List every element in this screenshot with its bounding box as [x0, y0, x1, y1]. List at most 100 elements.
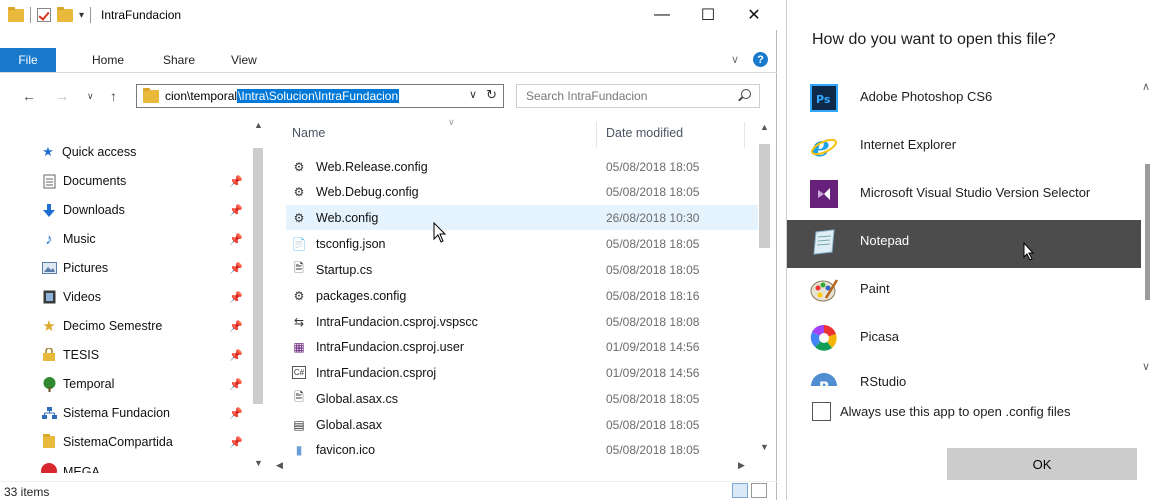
- pin-icon[interactable]: 📌: [229, 291, 243, 304]
- close-button[interactable]: ✕: [731, 0, 777, 30]
- file-row[interactable]: ⚙ packages.config 05/08/2018 18:16: [286, 283, 758, 308]
- file-row[interactable]: ⚙ Web.config 26/08/2018 10:30: [286, 205, 758, 230]
- address-dropdown-chevron-icon[interactable]: ∨: [469, 88, 477, 101]
- nav-item-tesis[interactable]: TESIS 📌: [0, 342, 250, 368]
- app-list-scrollbar[interactable]: ∧ ∨: [1141, 64, 1153, 386]
- quick-access-toolbar: ▾ IntraFundacion: [8, 6, 181, 23]
- rstudio-icon: R: [811, 373, 837, 386]
- nav-item-pictures[interactable]: Pictures 📌: [0, 255, 250, 281]
- ok-button[interactable]: OK: [947, 448, 1137, 480]
- pin-icon[interactable]: 📌: [229, 407, 243, 420]
- lock-folder-icon: [41, 347, 57, 363]
- column-header-date-modified[interactable]: Date modified: [606, 122, 683, 144]
- new-folder-icon[interactable]: [57, 6, 73, 22]
- tab-home[interactable]: Home: [92, 53, 124, 67]
- file-name: favicon.ico: [316, 442, 376, 457]
- search-icon[interactable]: [741, 89, 751, 99]
- recent-locations-chevron-icon[interactable]: ∨: [87, 91, 94, 102]
- app-item-partial[interactable]: [787, 64, 1141, 76]
- nav-item-quick-access[interactable]: ★ Quick access: [0, 139, 250, 165]
- scroll-down-chevron-icon[interactable]: ∨: [1142, 360, 1150, 373]
- back-arrow-icon[interactable]: ←: [22, 88, 36, 104]
- nav-item-sistemacompartida[interactable]: SistemaCompartida 📌: [0, 429, 250, 455]
- always-use-option[interactable]: Always use this app to open .config file…: [812, 402, 1071, 421]
- scroll-down-icon[interactable]: ▼: [760, 442, 769, 452]
- file-row[interactable]: 🖹 Global.asax.cs 05/08/2018 18:05: [286, 386, 758, 411]
- divider: [90, 7, 92, 23]
- nav-item-downloads[interactable]: Downloads 📌: [0, 197, 250, 223]
- file-row[interactable]: 🖹 Startup.cs 05/08/2018 18:05: [286, 257, 758, 282]
- file-row[interactable]: ⚙ Web.Release.config 05/08/2018 18:05: [286, 154, 758, 179]
- file-row[interactable]: ▦ IntraFundacion.csproj.user 01/09/2018 …: [286, 334, 758, 359]
- scrollbar-thumb[interactable]: [1145, 164, 1150, 300]
- app-item-rstudio[interactable]: R RStudio: [787, 364, 1141, 386]
- nav-item-decimo-semestre[interactable]: ★ Decimo Semestre 📌: [0, 313, 250, 339]
- file-date: 05/08/2018 18:05: [606, 391, 700, 406]
- scroll-up-icon[interactable]: ▲: [760, 122, 769, 132]
- nav-item-label: Quick access: [62, 145, 137, 159]
- pin-icon[interactable]: 📌: [229, 349, 243, 362]
- column-divider[interactable]: [596, 122, 597, 148]
- tab-share[interactable]: Share: [163, 53, 195, 67]
- help-icon[interactable]: ?: [753, 52, 768, 67]
- file-row[interactable]: ▤ Global.asax 05/08/2018 18:05: [286, 412, 758, 437]
- file-explorer-window: ▾ IntraFundacion — ☐ ✕ File Home Share V…: [0, 0, 777, 500]
- navigation-scrollbar[interactable]: ▲ ▼: [250, 118, 267, 480]
- scroll-right-icon[interactable]: ▶: [738, 460, 745, 471]
- file-row[interactable]: C# IntraFundacion.csproj 01/09/2018 14:5…: [286, 360, 758, 385]
- app-item-picasa[interactable]: Picasa: [787, 316, 1141, 364]
- nav-item-sistema-fundacion[interactable]: Sistema Fundacion 📌: [0, 400, 250, 426]
- customize-toolbar-chevron-icon[interactable]: ▾: [79, 10, 84, 21]
- scrollbar-thumb[interactable]: [759, 144, 770, 248]
- properties-icon[interactable]: [37, 8, 51, 22]
- pin-icon[interactable]: 📌: [229, 320, 243, 333]
- file-list-scrollbar[interactable]: ▲ ▼: [756, 118, 773, 458]
- file-date: 05/08/2018 18:16: [606, 288, 700, 303]
- address-bar[interactable]: cion\temporal \Intra\Solucion\IntraFundac…: [136, 84, 504, 108]
- nav-item-videos[interactable]: Videos 📌: [0, 284, 250, 310]
- scrollbar-thumb[interactable]: [253, 148, 263, 404]
- pin-icon[interactable]: 📌: [229, 175, 243, 188]
- file-date: 05/08/2018 18:05: [606, 417, 700, 432]
- visual-studio-icon: [810, 180, 838, 208]
- app-item-internet-explorer[interactable]: e Internet Explorer: [787, 124, 1141, 172]
- pin-icon[interactable]: 📌: [229, 262, 243, 275]
- item-count: 33 items: [4, 485, 50, 499]
- always-use-checkbox[interactable]: [812, 402, 831, 421]
- expand-ribbon-chevron-icon[interactable]: ∨: [731, 53, 739, 66]
- forward-arrow-icon[interactable]: →: [55, 88, 69, 104]
- app-item-paint[interactable]: Paint: [787, 268, 1141, 316]
- column-divider[interactable]: [744, 122, 745, 148]
- file-row[interactable]: ⚙ Web.Debug.config 05/08/2018 18:05: [286, 179, 758, 204]
- app-item-visual-studio-version-selector[interactable]: Microsoft Visual Studio Version Selector: [787, 172, 1141, 220]
- nav-item-mega[interactable]: MEGA: [0, 459, 250, 473]
- file-row[interactable]: 📄 tsconfig.json 05/08/2018 18:05: [286, 231, 758, 256]
- refresh-icon[interactable]: ↻: [486, 87, 497, 103]
- up-arrow-icon[interactable]: ↑: [110, 88, 117, 104]
- horizontal-scrollbar[interactable]: ◀ ▶: [270, 458, 756, 475]
- pin-icon[interactable]: 📌: [229, 378, 243, 391]
- pin-icon[interactable]: 📌: [229, 436, 243, 449]
- large-icons-view-icon[interactable]: [751, 483, 767, 498]
- pin-icon[interactable]: 📌: [229, 233, 243, 246]
- nav-item-documents[interactable]: Documents 📌: [0, 168, 250, 194]
- minimize-button[interactable]: —: [639, 0, 685, 30]
- app-item-adobe-photoshop[interactable]: Ps Adobe Photoshop CS6: [787, 76, 1141, 124]
- app-item-notepad[interactable]: Notepad: [787, 220, 1141, 268]
- maximize-button[interactable]: ☐: [685, 0, 731, 30]
- pin-icon[interactable]: 📌: [229, 204, 243, 217]
- details-view-icon[interactable]: [732, 483, 748, 498]
- file-row[interactable]: ⇆ IntraFundacion.csproj.vspscc 05/08/201…: [286, 309, 758, 334]
- scroll-down-icon[interactable]: ▼: [254, 458, 263, 468]
- scroll-left-icon[interactable]: ◀: [276, 460, 283, 471]
- nav-item-music[interactable]: ♪ Music 📌: [0, 226, 250, 252]
- scroll-up-icon[interactable]: ▲: [254, 120, 263, 130]
- search-input[interactable]: Search IntraFundacion: [516, 84, 760, 108]
- column-header-name[interactable]: Name: [292, 122, 325, 144]
- nav-item-temporal[interactable]: Temporal 📌: [0, 371, 250, 397]
- scroll-up-chevron-icon[interactable]: ∧: [1142, 80, 1150, 93]
- tab-view[interactable]: View: [231, 53, 257, 67]
- file-name: tsconfig.json: [316, 236, 386, 251]
- nav-item-label: Downloads: [63, 203, 125, 217]
- folder-icon[interactable]: [8, 6, 24, 22]
